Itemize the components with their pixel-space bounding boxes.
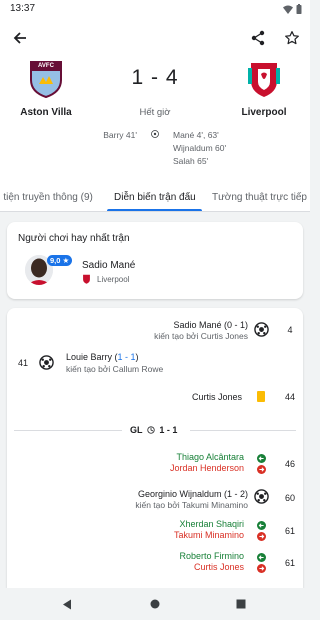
halftime-divider-left (14, 430, 122, 431)
match-events-card: Sadio Mané (0 - 1) kiến tạo bởi Curtis J… (7, 308, 303, 588)
sub-in-icon (257, 454, 266, 463)
wifi-icon (283, 5, 293, 14)
share-icon (251, 30, 265, 46)
event-assist: kiến tạo bởi Takumi Minamino (135, 500, 248, 510)
aston-villa-crest[interactable]: AVFC (29, 60, 63, 99)
share-button[interactable] (246, 26, 270, 50)
score-paren-close: ) (135, 352, 139, 362)
nav-home-button[interactable] (147, 596, 163, 612)
halftime-label: GL 1 - 1 (130, 425, 177, 435)
sub-player-off[interactable]: Curtis Jones (194, 562, 244, 572)
battery-icon (296, 4, 302, 14)
home-team-name[interactable]: Aston Villa (1, 107, 91, 118)
goal-ball-icon (254, 322, 269, 337)
tab-live-commentary[interactable]: Tường thuật trực tiếp (212, 192, 307, 203)
back-button[interactable] (8, 26, 32, 50)
motm-player-name: Sadio Mané (82, 260, 136, 271)
goal-ball-icon (39, 355, 54, 370)
event-minute: 61 (284, 526, 295, 536)
home-scorer: Barry 41' (103, 130, 137, 140)
event-assist: kiến tạo bởi Callum Rowe (66, 364, 164, 374)
away-scorer: Wijnaldum 60' (173, 143, 227, 153)
motm-team-name: Liverpool (97, 275, 130, 284)
whistle-icon (147, 426, 155, 434)
sub-player-off[interactable]: Jordan Henderson (170, 463, 244, 473)
event-score: 1 - 1 (117, 352, 136, 362)
event-minute: 44 (284, 392, 295, 402)
away-scorer: Mané 4', 63' (173, 130, 219, 140)
favorite-button[interactable] (280, 26, 304, 50)
halftime-text: GL (130, 425, 143, 435)
nav-recents-button[interactable] (233, 596, 249, 612)
match-header: AVFC Aston Villa 1 - 4 Hết giờ Liverpool… (0, 58, 310, 183)
away-team-name[interactable]: Liverpool (219, 107, 309, 118)
player-rating-badge: 9,0 ★ (47, 255, 73, 266)
yellow-card-icon (257, 391, 265, 402)
sub-player-on[interactable]: Roberto Firmino (179, 551, 244, 561)
nav-recents-icon (236, 599, 246, 609)
event-player[interactable]: Curtis Jones (192, 392, 242, 402)
tab-indicator (107, 209, 202, 211)
away-scorers: Mané 4', 63' Wijnaldum 60' Salah 65' (173, 129, 226, 168)
event-player: Louie Barry (66, 352, 113, 362)
event-player-line[interactable]: Louie Barry (1 - 1) (66, 352, 139, 362)
halftime-score: 1 - 1 (159, 425, 178, 435)
motm-title: Người chơi hay nhất trận (18, 233, 130, 244)
event-player[interactable]: Georginio Wijnaldum (1 - 2) (138, 489, 248, 499)
sub-out-icon (257, 465, 266, 474)
nav-home-icon (150, 599, 160, 609)
event-minute: 46 (284, 459, 295, 469)
tab-match-events[interactable]: Diễn biến trận đấu (114, 192, 196, 203)
halftime-divider-right (190, 430, 296, 431)
event-minute: 61 (284, 558, 295, 568)
goal-ball-icon (151, 130, 159, 138)
goal-ball-icon (254, 489, 269, 504)
event-minute: 41 (17, 358, 28, 368)
system-icons (283, 4, 302, 14)
sub-out-icon (257, 532, 266, 541)
sub-in-icon (257, 521, 266, 530)
sub-player-on[interactable]: Thiago Alcântara (176, 452, 244, 462)
nav-back-button[interactable] (59, 596, 75, 612)
liverpool-crest[interactable] (247, 60, 281, 98)
status-time: 13:37 (10, 3, 36, 14)
match-period: Hết giờ (139, 107, 171, 118)
sub-in-icon (257, 553, 266, 562)
liverpool-crest-icon (248, 63, 280, 97)
event-minute: 60 (284, 493, 295, 503)
tab-media[interactable]: g tiện truyền thông (9) (0, 192, 93, 203)
sub-out-icon (257, 564, 266, 573)
sub-player-on[interactable]: Xherdan Shaqiri (179, 519, 244, 529)
man-of-the-match-card[interactable]: Người chơi hay nhất trận 9,0 ★ Sadio Man… (7, 222, 303, 299)
match-score: 1 - 4 (131, 66, 179, 89)
arrow-back-icon (13, 32, 26, 44)
home-scorers: Barry 41' (103, 129, 137, 142)
star-outline-icon (285, 31, 299, 45)
aston-villa-crest-text: AVFC (38, 63, 54, 69)
event-assist: kiến tạo bởi Curtis Jones (154, 331, 248, 341)
tab-bar: g tiện truyền thông (9) Diễn biến trận đ… (0, 183, 310, 212)
status-bar: 13:37 (0, 0, 310, 18)
sub-player-off[interactable]: Takumi Minamino (174, 530, 244, 540)
liverpool-mini-crest-icon (83, 274, 90, 284)
system-nav-bar (0, 588, 310, 620)
event-player[interactable]: Sadio Mané (0 - 1) (173, 320, 248, 330)
event-minute: 4 (287, 325, 293, 335)
nav-back-icon (63, 599, 71, 609)
app-bar (0, 18, 310, 58)
away-scorer: Salah 65' (173, 156, 209, 166)
